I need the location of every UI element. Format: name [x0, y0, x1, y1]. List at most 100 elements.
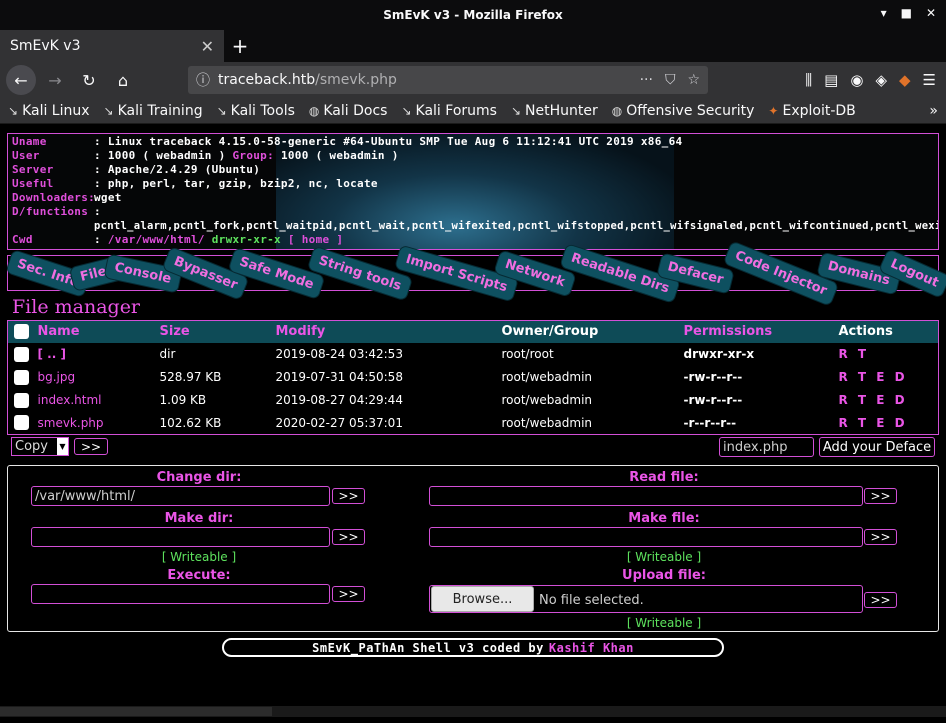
make-file-label: Make file: [628, 511, 700, 526]
make-dir-go-button[interactable]: >> [332, 529, 365, 545]
new-tab-button[interactable]: + [224, 30, 256, 62]
foxyproxy-icon[interactable]: ◆ [899, 71, 911, 89]
file-actions[interactable]: R T E D [838, 365, 939, 389]
info-downloaders: Downloaders:wget [12, 191, 122, 204]
col-name[interactable]: Name [37, 320, 160, 343]
cwd-home-link[interactable]: [ home ] [288, 233, 343, 246]
author-link[interactable]: Kashif Khan [549, 641, 634, 655]
browse-button[interactable]: Browse... [431, 586, 534, 612]
file-name-link[interactable]: index.html [37, 388, 160, 412]
info-useful: Useful: php, perl, tar, gzip, bzip2, nc,… [12, 177, 378, 190]
change-dir-input[interactable]: /var/www/html/ [31, 486, 330, 506]
file-modify: 2019-08-24 03:42:53 [275, 342, 502, 366]
minimize-icon[interactable]: ▾ [881, 6, 887, 20]
file-table: Name Size Modify Owner/Group Permissions… [7, 320, 939, 435]
row-checkbox[interactable] [14, 415, 29, 431]
file-modify: 2019-08-27 04:29:44 [275, 388, 502, 412]
make-dir-input[interactable] [31, 527, 330, 547]
back-button[interactable]: ← [6, 65, 36, 95]
page-content: Uname: Linux traceback 4.15.0-58-generic… [0, 124, 946, 723]
bookmark-exploit-db[interactable]: ✦ Exploit-DB [768, 103, 855, 119]
row-checkbox[interactable] [14, 369, 29, 385]
sidebar-icon[interactable]: ▤ [824, 71, 838, 89]
horizontal-scrollbar[interactable] [0, 706, 946, 717]
read-file-go-button[interactable]: >> [864, 488, 897, 504]
bookmark-kali-tools[interactable]: ↘ Kali Tools [217, 103, 295, 119]
bookmark-kali-docs[interactable]: ◍ Kali Docs [309, 103, 388, 119]
file-actions[interactable]: R T E D [838, 411, 939, 435]
file-size: 1.09 KB [159, 388, 276, 412]
file-owner: root/webadmin [501, 365, 684, 389]
add-deface-button[interactable]: Add your Deface [819, 437, 935, 457]
col-modify[interactable]: Modify [275, 320, 502, 343]
bookmark-star-icon[interactable]: ☆ [687, 72, 700, 88]
file-name-link[interactable]: [ .. ] [37, 342, 160, 366]
file-name-link[interactable]: smevk.php [37, 411, 160, 435]
forward-button[interactable]: → [40, 65, 70, 95]
upload-go-button[interactable]: >> [864, 592, 897, 608]
file-perms[interactable]: -r--r--r-- [683, 411, 839, 435]
info-cwd: Cwd: /var/www/html/ drwxr-xr-x [ home ] [12, 233, 344, 246]
url-path: /smevk.php [315, 72, 397, 88]
globe-icon: ◍ [611, 103, 623, 118]
page-actions-icon[interactable]: ··· [640, 72, 653, 88]
col-owner: Owner/Group [501, 320, 684, 343]
menu-icon[interactable]: ☰ [923, 71, 936, 89]
select-all-checkbox[interactable] [14, 324, 29, 340]
window-controls: ▾ ■ ✕ [881, 6, 936, 20]
read-file-input[interactable] [429, 486, 863, 506]
globe-icon: ◍ [308, 103, 320, 118]
tab-title: SmEvK v3 [10, 38, 81, 54]
kali-dragon-icon: ↘ [216, 103, 227, 118]
nav-toolbar: ← → ↻ ⌂ ⓘ traceback.htb/smevk.php ··· ⛉ … [0, 62, 946, 98]
execute-go-button[interactable]: >> [332, 586, 365, 602]
file-actions[interactable]: R T [838, 342, 939, 366]
home-button[interactable]: ⌂ [108, 65, 138, 95]
change-dir-go-button[interactable]: >> [332, 488, 365, 504]
file-modify: 2020-02-27 05:37:01 [275, 411, 502, 435]
file-actions[interactable]: R T E D [838, 388, 939, 412]
col-permissions: Permissions [683, 320, 839, 343]
bookmark-kali-training[interactable]: ↘ Kali Training [104, 103, 203, 119]
bookmarks-overflow-icon[interactable]: » [929, 103, 938, 119]
browser-tab[interactable]: SmEvK v3 ✕ [0, 30, 224, 62]
bookmark-kali-linux[interactable]: ↘ Kali Linux [8, 103, 90, 119]
bulk-action-select[interactable]: Copy ▼ [11, 437, 69, 456]
file-owner: root/webadmin [501, 411, 684, 435]
file-perms[interactable]: drwxr-xr-x [683, 342, 839, 366]
footer-credit: SmEvK_PaThAn Shell v3 coded by Kashif Kh… [222, 638, 724, 657]
row-checkbox[interactable] [14, 346, 29, 362]
bulk-action-go-button[interactable]: >> [74, 438, 108, 455]
table-row: [ .. ] dir 2019-08-24 03:42:53 root/root… [7, 342, 939, 366]
reload-button[interactable]: ↻ [74, 65, 104, 95]
file-perms[interactable]: -rw-r--r-- [683, 388, 839, 412]
maximize-icon[interactable]: ■ [901, 6, 912, 20]
scrollbar-thumb[interactable] [0, 707, 272, 716]
menu-string-tools[interactable]: String tools [307, 246, 412, 301]
make-file-go-button[interactable]: >> [864, 529, 897, 545]
table-header-row: Name Size Modify Owner/Group Permissions… [7, 320, 939, 343]
file-perms[interactable]: -rw-r--r-- [683, 365, 839, 389]
row-checkbox[interactable] [14, 392, 29, 408]
file-name-link[interactable]: bg.jpg [37, 365, 160, 389]
url-bar[interactable]: ⓘ traceback.htb/smevk.php ··· ⛉ ☆ [188, 66, 708, 94]
info-icon[interactable]: ⓘ [196, 70, 210, 90]
bookmark-nethunter[interactable]: ↘ NetHunter [511, 103, 598, 119]
deface-filename-input[interactable]: index.php [719, 437, 814, 457]
extension-icon[interactable]: ◈ [875, 71, 887, 89]
pocket-icon[interactable]: ⛉ [665, 72, 676, 88]
execute-input[interactable] [31, 584, 330, 604]
bookmark-offensive-security[interactable]: ◍ Offensive Security [612, 103, 755, 119]
table-row: bg.jpg 528.97 KB 2019-07-31 04:50:58 roo… [7, 365, 939, 389]
close-window-icon[interactable]: ✕ [926, 6, 936, 20]
bookmark-kali-forums[interactable]: ↘ Kali Forums [401, 103, 497, 119]
window-title: SmEvK v3 - Mozilla Firefox [383, 8, 563, 22]
cwd-path-link[interactable]: /var/www/html/ [108, 233, 205, 246]
library-icon[interactable]: ⫼ [805, 71, 812, 89]
read-file-label: Read file: [629, 470, 699, 485]
exploit-db-icon: ✦ [768, 103, 779, 118]
make-file-input[interactable] [429, 527, 863, 547]
tab-close-icon[interactable]: ✕ [201, 37, 214, 56]
col-size[interactable]: Size [159, 320, 276, 343]
account-icon[interactable]: ◉ [850, 71, 863, 89]
